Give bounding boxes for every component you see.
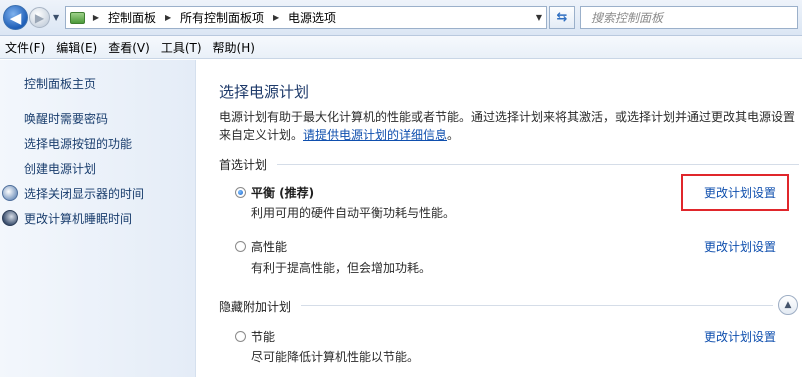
chevron-right-icon[interactable]: ▶	[268, 13, 284, 22]
refresh-icon: ⇆	[556, 10, 568, 25]
menu-help[interactable]: 帮助(H)	[208, 39, 261, 56]
moon-icon	[2, 210, 18, 226]
group-divider	[301, 305, 773, 306]
plan-power-saver-name[interactable]: 节能	[251, 328, 275, 345]
hidden-plans-heading: 隐藏附加计划	[219, 300, 292, 314]
plan-balanced-name[interactable]: 平衡 (推荐)	[251, 184, 314, 201]
arrow-right-icon: ▶	[34, 10, 45, 25]
highlight-box	[681, 174, 789, 211]
breadcrumb-all-items[interactable]: 所有控制面板项	[176, 9, 268, 26]
page-title: 选择电源计划	[219, 83, 310, 101]
plan-details-link[interactable]: 请提供电源计划的详细信息	[303, 128, 447, 142]
menu-view[interactable]: 查看(V)	[103, 39, 156, 56]
plan-high-performance-radio[interactable]	[235, 241, 246, 252]
breadcrumb[interactable]: ▶ 控制面板 ▶ 所有控制面板项 ▶ 电源选项 ▼	[65, 6, 547, 29]
plan-power-saver-description: 尽可能降低计算机性能以节能。	[251, 350, 420, 364]
sidebar-item-power-buttons[interactable]: 选择电源按钮的功能	[24, 135, 132, 152]
sidebar-item-create-plan[interactable]: 创建电源计划	[24, 160, 96, 177]
plan-balanced-description: 利用可用的硬件自动平衡功耗与性能。	[251, 206, 456, 220]
collapse-hidden-plans-button[interactable]: ▲	[778, 295, 798, 315]
control-panel-icon	[66, 7, 88, 28]
sidebar-item-display-off[interactable]: 选择关闭显示器的时间	[24, 185, 144, 202]
intro-end: 。	[447, 128, 460, 142]
sidebar-item-sleep-time[interactable]: 更改计算机睡眠时间	[24, 210, 132, 227]
intro-paragraph: 电源计划有助于最大化计算机的性能或者节能。通过选择计划来将其激活，或选择计划并通…	[219, 108, 799, 144]
chevron-right-icon[interactable]: ▶	[160, 13, 176, 22]
search-input[interactable]: 搜索控制面板	[580, 6, 798, 29]
plan-high-performance-settings-link[interactable]: 更改计划设置	[704, 238, 776, 255]
back-button[interactable]: ◀	[3, 5, 28, 30]
menu-tools[interactable]: 工具(T)	[156, 39, 208, 56]
breadcrumb-power-options[interactable]: 电源选项	[284, 9, 340, 26]
refresh-button[interactable]: ⇆	[549, 6, 575, 29]
address-bar: ◀ ▶ ▼ ▶ 控制面板 ▶ 所有控制面板项 ▶ 电源选项 ▼ ⇆ 搜索控制面板	[0, 0, 802, 36]
plan-high-performance-description: 有利于提高性能，但会增加功耗。	[251, 261, 432, 275]
sidebar-item-wake-password[interactable]: 唤醒时需要密码	[24, 110, 108, 127]
sidebar-home-link[interactable]: 控制面板主页	[24, 75, 96, 92]
preferred-plans-heading: 首选计划	[219, 158, 268, 172]
recent-pages-dropdown[interactable]: ▼	[53, 13, 62, 22]
breadcrumb-control-panel[interactable]: 控制面板	[104, 9, 160, 26]
main-content: 选择电源计划 电源计划有助于最大化计算机的性能或者节能。通过选择计划来将其激活，…	[197, 60, 802, 377]
plan-balanced-radio[interactable]	[235, 187, 246, 198]
plan-power-saver-settings-link[interactable]: 更改计划设置	[704, 328, 776, 345]
chevron-up-icon: ▲	[784, 300, 792, 310]
menu-file[interactable]: 文件(F)	[0, 39, 51, 56]
chevron-right-icon[interactable]: ▶	[88, 13, 104, 22]
plan-high-performance-name[interactable]: 高性能	[251, 238, 287, 255]
chevron-down-icon[interactable]: ▼	[536, 13, 542, 22]
menu-edit[interactable]: 编辑(E)	[51, 39, 103, 56]
plan-power-saver-radio[interactable]	[235, 331, 246, 342]
group-divider	[277, 164, 799, 165]
search-placeholder: 搜索控制面板	[591, 11, 664, 25]
monitor-icon	[2, 185, 18, 201]
menu-bar: 文件(F) 编辑(E) 查看(V) 工具(T) 帮助(H)	[0, 36, 802, 59]
arrow-left-icon: ◀	[9, 8, 22, 27]
forward-button[interactable]: ▶	[29, 7, 50, 28]
sidebar: 控制面板主页 唤醒时需要密码 选择电源按钮的功能 创建电源计划 选择关闭显示器的…	[0, 60, 196, 377]
